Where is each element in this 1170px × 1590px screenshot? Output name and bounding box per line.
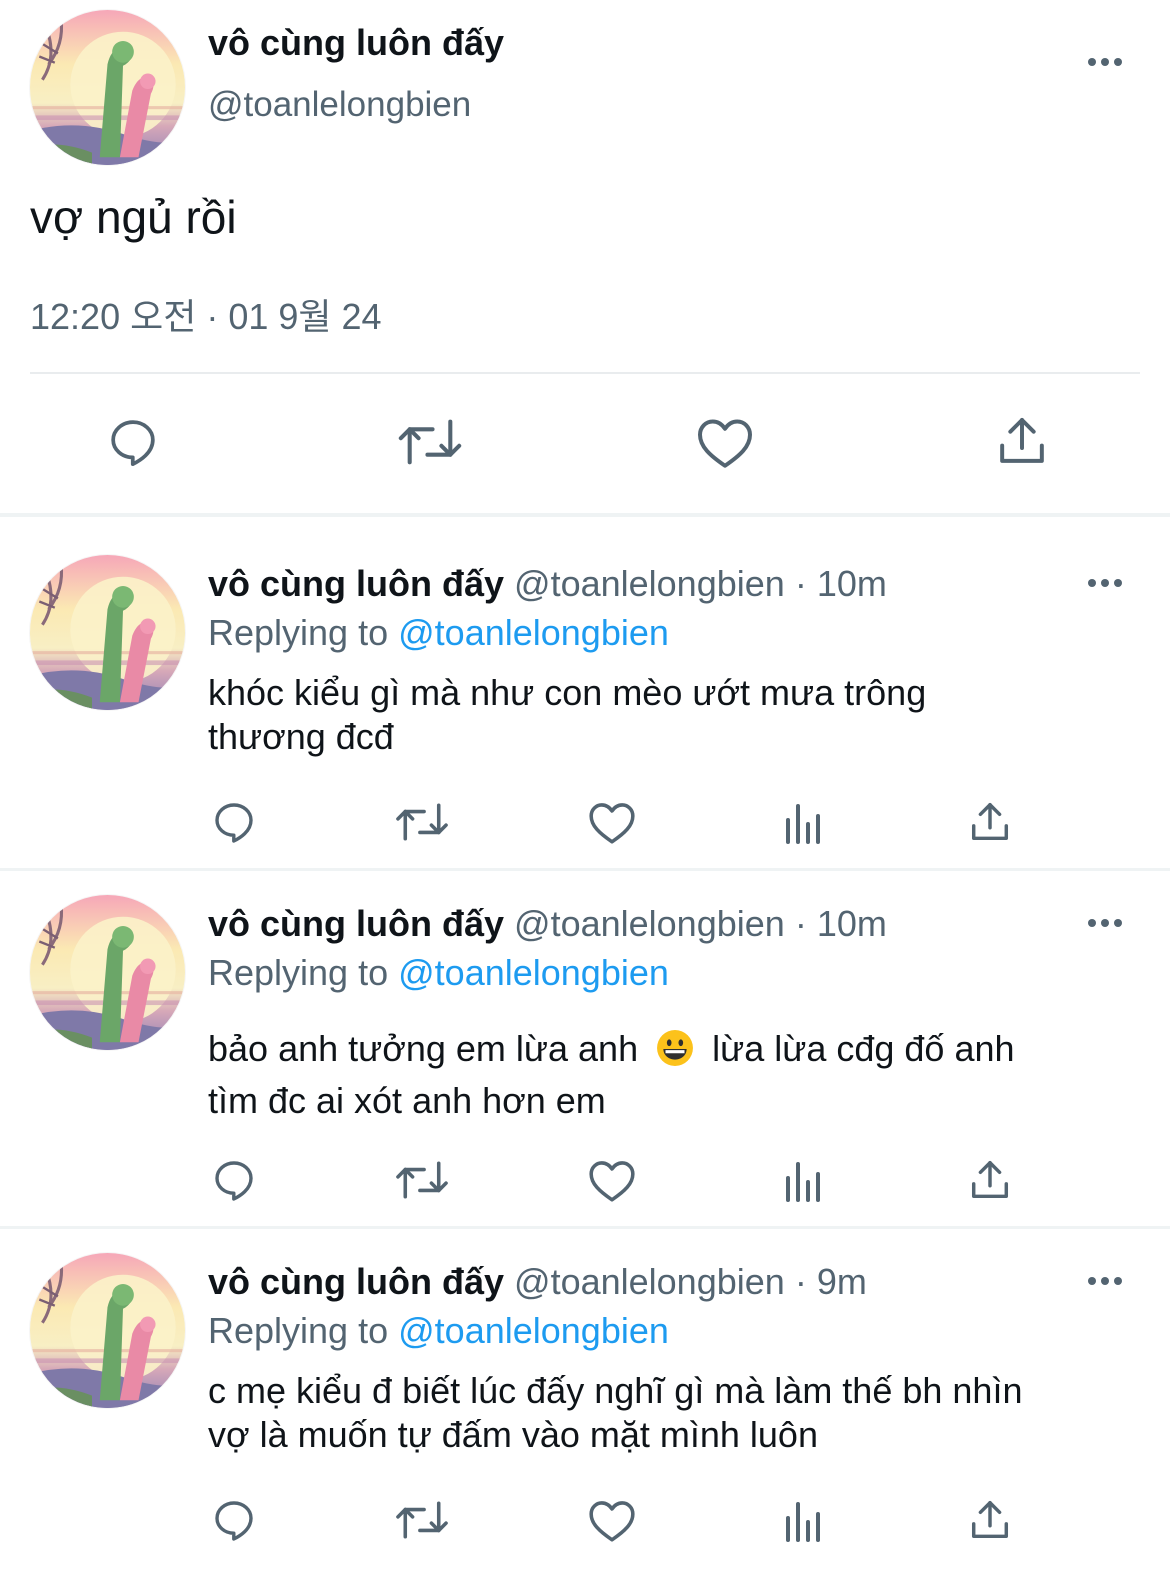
- heart-icon: [589, 1501, 635, 1542]
- tweet-text-line: khóc kiểu gì mà như con mèo ướt mưa trôn…: [208, 672, 927, 713]
- share-upload-icon: [971, 1161, 1009, 1199]
- share-button[interactable]: [958, 1152, 1022, 1208]
- tweet-text-line: thương đcđ: [208, 716, 394, 757]
- reply-bubble-icon: [215, 803, 253, 843]
- retweet-button[interactable]: [390, 1492, 454, 1548]
- display-name[interactable]: vô cùng luôn đấy: [208, 1261, 504, 1302]
- tweet-text-line: vợ là muốn tự đấm vào mặt mình luôn: [208, 1414, 818, 1455]
- tweet-header: vô cùng luôn đấy @toanlelongbien · 10m: [208, 903, 887, 945]
- retweet-button[interactable]: [390, 794, 454, 850]
- avatar[interactable]: [30, 1253, 185, 1408]
- like-button[interactable]: [580, 1152, 644, 1208]
- retweet-icon: [398, 419, 462, 465]
- heart-icon: [698, 419, 752, 468]
- share-button[interactable]: [958, 1492, 1022, 1548]
- divider: [30, 372, 1140, 374]
- avatar[interactable]: [30, 555, 185, 710]
- share-upload-icon: [971, 1501, 1009, 1539]
- retweet-button[interactable]: [395, 412, 465, 472]
- user-handle[interactable]: @toanlelongbien: [514, 903, 785, 944]
- mention-link[interactable]: @toanlelongbien: [398, 952, 669, 993]
- share-button[interactable]: [992, 410, 1052, 472]
- more-dots-icon[interactable]: [1088, 913, 1122, 933]
- tweet-text: khóc kiểu gì mà như con mèo ướt mưa trôn…: [208, 671, 1128, 759]
- tweet-text: bảo anh tưởng em lừa anh lừa lừa cđg đố …: [208, 1023, 1128, 1127]
- smiling-face-emoji: [657, 1030, 694, 1066]
- replying-label: Replying to: [208, 952, 389, 993]
- replying-label: Replying to: [208, 1310, 389, 1351]
- separator: [0, 868, 1170, 871]
- reply-button[interactable]: [103, 412, 163, 472]
- separator-dot: ·: [794, 563, 807, 604]
- tweet-timestamp[interactable]: 12:20 오전 · 01 9월 24: [30, 288, 382, 340]
- retweet-icon: [396, 803, 448, 841]
- separator-dot: ·: [794, 903, 807, 944]
- retweet-icon: [396, 1501, 448, 1539]
- tweet-time[interactable]: 10m: [817, 563, 887, 604]
- like-button[interactable]: [580, 794, 644, 850]
- text-segment: bảo anh tưởng em lừa anh: [208, 1028, 639, 1069]
- tweet-text-line: bảo anh tưởng em lừa anh lừa lừa cđg đố …: [208, 1023, 1128, 1075]
- user-handle[interactable]: @toanlelongbien: [514, 1261, 785, 1302]
- tweet-header: vô cùng luôn đấy @toanlelongbien · 9m: [208, 1261, 867, 1303]
- share-button[interactable]: [958, 794, 1022, 850]
- display-name[interactable]: vô cùng luôn đấy: [208, 903, 504, 944]
- user-handle[interactable]: @toanlelongbien: [208, 85, 471, 125]
- bar-chart-icon: [786, 1162, 820, 1202]
- replying-to: Replying to @toanlelongbien: [208, 952, 669, 994]
- bar-chart-icon: [786, 804, 820, 844]
- tweet-text-line: c mẹ kiểu đ biết lúc đấy nghĩ gì mà làm …: [208, 1370, 1023, 1411]
- views-button[interactable]: [770, 794, 834, 850]
- replying-label: Replying to: [208, 612, 389, 653]
- main-tweet: vô cùng luôn đấy @toanlelongbien vợ ngủ …: [0, 0, 1170, 515]
- tweet-header: vô cùng luôn đấy @toanlelongbien · 10m: [208, 563, 887, 605]
- avatar[interactable]: [30, 895, 185, 1050]
- tweet-text: vợ ngủ rồi: [30, 191, 237, 243]
- user-handle[interactable]: @toanlelongbien: [514, 563, 785, 604]
- bar-chart-icon: [786, 1502, 820, 1542]
- views-button[interactable]: [770, 1152, 834, 1208]
- more-dots-icon[interactable]: [1088, 573, 1122, 593]
- separator: [0, 513, 1170, 517]
- reply-button[interactable]: [202, 794, 266, 850]
- reply-bubble-icon: [215, 1161, 253, 1201]
- share-upload-icon: [1000, 418, 1044, 463]
- display-name[interactable]: vô cùng luôn đấy: [208, 22, 504, 64]
- mention-link[interactable]: @toanlelongbien: [398, 1310, 669, 1351]
- tweet-time[interactable]: 9m: [817, 1261, 867, 1302]
- tweet-time[interactable]: 10m: [817, 903, 887, 944]
- reply-button[interactable]: [202, 1152, 266, 1208]
- tweet-text-line: tìm đc ai xót anh hơn em: [208, 1080, 606, 1121]
- like-button[interactable]: [580, 1492, 644, 1548]
- reply-bubble-icon: [111, 420, 155, 467]
- replying-to: Replying to @toanlelongbien: [208, 1310, 669, 1352]
- retweet-icon: [396, 1161, 448, 1199]
- views-button[interactable]: [770, 1492, 834, 1548]
- display-name[interactable]: vô cùng luôn đấy: [208, 563, 504, 604]
- mention-link[interactable]: @toanlelongbien: [398, 612, 669, 653]
- separator-dot: ·: [794, 1261, 807, 1302]
- avatar[interactable]: [30, 10, 185, 165]
- heart-icon: [589, 1161, 635, 1202]
- like-button[interactable]: [694, 412, 756, 472]
- text-segment: lừa lừa cđg đố anh: [712, 1028, 1015, 1069]
- more-dots-icon[interactable]: [1088, 1271, 1122, 1291]
- reply-bubble-icon: [215, 1501, 253, 1541]
- reply-button[interactable]: [202, 1492, 266, 1548]
- replying-to: Replying to @toanlelongbien: [208, 612, 669, 654]
- more-dots-icon[interactable]: [1088, 52, 1122, 72]
- separator: [0, 1226, 1170, 1229]
- heart-icon: [589, 803, 635, 844]
- tweet-text: c mẹ kiểu đ biết lúc đấy nghĩ gì mà làm …: [208, 1369, 1128, 1457]
- share-upload-icon: [971, 803, 1009, 841]
- retweet-button[interactable]: [390, 1152, 454, 1208]
